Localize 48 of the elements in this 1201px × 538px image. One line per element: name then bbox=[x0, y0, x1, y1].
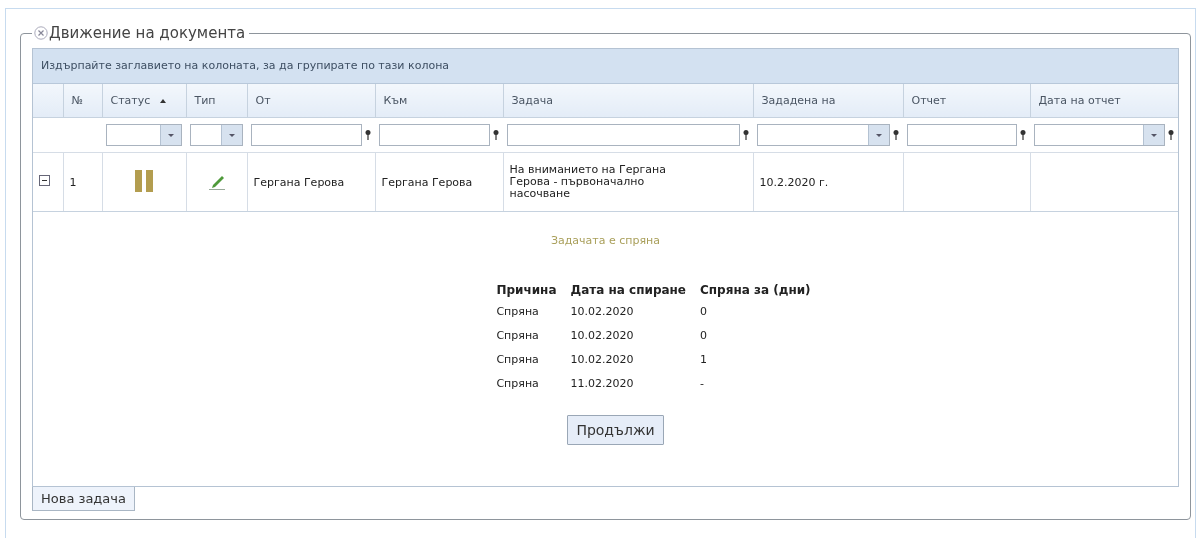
column-header[interactable]: Към bbox=[375, 84, 503, 118]
table-cell-text: Спряна bbox=[496, 327, 540, 344]
continue-button[interactable]: Продължи bbox=[567, 415, 664, 445]
column-header[interactable]: От bbox=[247, 84, 375, 118]
close-icon[interactable] bbox=[34, 26, 48, 40]
section-title: Движение на документа bbox=[49, 24, 246, 42]
column-header[interactable]: Дата на отчет bbox=[1030, 84, 1178, 118]
filter-dropdown[interactable] bbox=[190, 124, 243, 146]
table-cell-text: 0 bbox=[700, 303, 708, 320]
filter-field[interactable] bbox=[379, 124, 490, 146]
column-header[interactable]: Отчет bbox=[903, 84, 1030, 118]
row-number: 1 bbox=[69, 175, 77, 189]
collapse-icon[interactable] bbox=[39, 175, 50, 186]
column-header: Причина bbox=[496, 282, 558, 299]
table-cell-text: Спряна bbox=[496, 351, 540, 368]
table-cell-text: Спряна bbox=[496, 375, 540, 392]
filter-icon[interactable] bbox=[743, 130, 749, 140]
table-cell-text: 10.02.2020 bbox=[570, 351, 635, 368]
column-header: Спряна за (дни) bbox=[700, 282, 812, 299]
filter-icon[interactable] bbox=[1020, 130, 1026, 140]
table-cell-text: 0 bbox=[700, 327, 708, 344]
column-header[interactable]: Задача bbox=[503, 84, 753, 118]
status-message: Задачата е спряна bbox=[550, 234, 661, 247]
filter-dropdown[interactable] bbox=[106, 124, 182, 146]
filter-field[interactable] bbox=[907, 124, 1017, 146]
column-header[interactable]: Зададена на bbox=[753, 84, 903, 118]
column-header[interactable]: Тип bbox=[186, 84, 247, 118]
table-cell: 10.02.2020 bbox=[570, 299, 700, 323]
filter-field[interactable] bbox=[251, 124, 362, 146]
table-cell-text: 1 bbox=[700, 351, 708, 368]
filter-icon[interactable] bbox=[893, 130, 899, 140]
column-header[interactable]: Статус bbox=[102, 84, 186, 118]
filter-field[interactable] bbox=[507, 124, 740, 146]
table-cell: 11.02.2020 bbox=[570, 371, 700, 395]
new-task-button[interactable]: Нова задача bbox=[32, 487, 135, 511]
filter-icon[interactable] bbox=[1168, 130, 1174, 140]
filter-icon[interactable] bbox=[365, 130, 371, 140]
table-cell-text: - bbox=[700, 375, 705, 392]
table-cell: 10.02.2020 bbox=[570, 323, 700, 347]
group-hint: Издърпайте заглавието на колоната, за да групирате по тази колона bbox=[41, 59, 450, 72]
task-text: На вниманието на Гергана Герова - първоначално насочване bbox=[509, 164, 667, 200]
column-header: Дата на спиране bbox=[570, 281, 700, 299]
table-cell-text: Спряна bbox=[496, 303, 540, 320]
date-text: 10.2.2020 г. bbox=[759, 175, 829, 189]
column-header[interactable]: № bbox=[63, 84, 102, 118]
filter-icon[interactable] bbox=[493, 130, 499, 140]
person-name: Гергана Герова bbox=[253, 175, 345, 189]
person-name: Гергана Герова bbox=[381, 175, 473, 189]
